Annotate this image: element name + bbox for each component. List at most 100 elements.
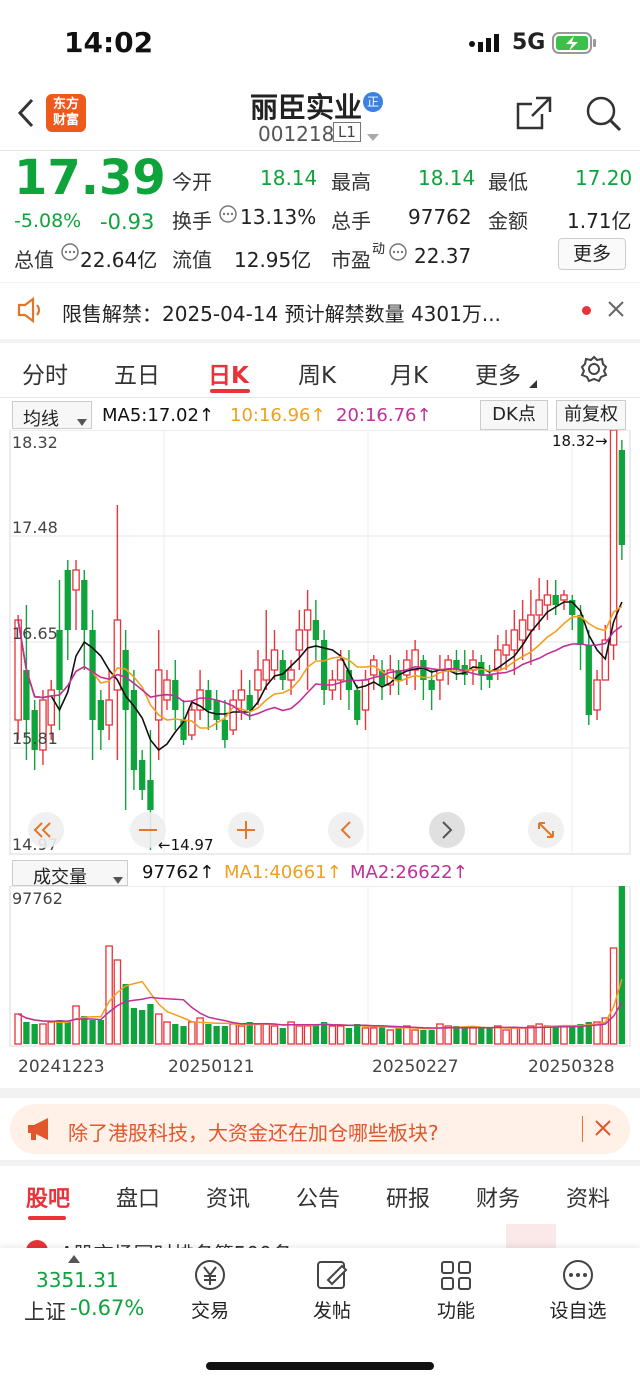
banner-text: 除了港股科技，大资金还在加仓哪些板块?	[68, 1121, 439, 1145]
ma-select[interactable]: 均线	[12, 401, 92, 431]
ma20-label: 20:16.76↑	[336, 405, 432, 426]
home-indicator	[206, 1362, 434, 1370]
volume-bar	[345, 1028, 353, 1044]
tab-five-day[interactable]: 五日	[114, 356, 160, 390]
volume-bar	[139, 1010, 146, 1044]
index-change[interactable]: -0.67%	[70, 1296, 144, 1320]
tab-profile[interactable]: 资料	[566, 1181, 610, 1213]
candle-body	[312, 620, 320, 640]
volume-bar	[64, 1022, 71, 1044]
candle-body	[221, 720, 229, 740]
index-name[interactable]: 上证	[24, 1296, 66, 1326]
tab-news[interactable]: 资讯	[206, 1181, 250, 1213]
candlestick-chart[interactable]: 18.32 17.48 16.65 15.81 14.97 18.32→ ←14…	[0, 430, 640, 858]
candle-body	[295, 629, 304, 651]
volume-select[interactable]: 成交量	[12, 860, 128, 888]
label-open: 今开	[172, 170, 212, 194]
candle-body	[585, 645, 592, 715]
app-logo: 东方 财富	[46, 94, 86, 132]
search-icon[interactable]	[584, 94, 624, 138]
candles	[14, 430, 626, 850]
signal-icon	[468, 32, 504, 54]
info-icon[interactable]	[218, 204, 238, 228]
volume-bars	[14, 886, 626, 1045]
promo-banner[interactable]: 除了港股科技，大资金还在加仓哪些板块?	[10, 1104, 630, 1154]
volume-bar	[295, 1025, 304, 1045]
post-button[interactable]: 发帖	[302, 1258, 362, 1323]
volume-bar	[180, 1026, 187, 1044]
tab-announcements[interactable]: 公告	[296, 1181, 340, 1213]
candle-body	[213, 700, 220, 720]
more-button[interactable]: 更多	[558, 238, 626, 270]
volume-bar	[502, 1029, 510, 1045]
volume-bar	[229, 1023, 237, 1045]
candle-body	[254, 669, 262, 691]
tab-research[interactable]: 研报	[386, 1181, 430, 1213]
volume-bar	[369, 1027, 378, 1045]
tab-weekly-k[interactable]: 周K	[298, 356, 336, 390]
back-icon[interactable]	[14, 96, 38, 134]
ma10-label: 10:16.96↑	[230, 405, 326, 426]
volume-bar	[461, 1028, 468, 1044]
adjust-button[interactable]: 前复权	[556, 400, 626, 430]
badge-icon: 正	[363, 92, 383, 112]
zoom-out-icon[interactable]	[130, 812, 166, 848]
volume-bar	[270, 1025, 279, 1045]
share-icon[interactable]	[514, 94, 554, 136]
candle-body	[262, 659, 271, 681]
clock: 14:02	[64, 26, 154, 59]
banner-divider	[582, 1116, 583, 1142]
close-icon[interactable]	[594, 1119, 612, 1141]
tab-financials[interactable]: 财务	[476, 1181, 520, 1213]
tab-orderbook[interactable]: 盘口	[116, 1181, 160, 1213]
prev-icon[interactable]	[328, 812, 364, 848]
scroll-left-icon[interactable]	[28, 812, 64, 848]
tab-monthly-k[interactable]: 月K	[390, 356, 428, 390]
info-icon[interactable]	[60, 242, 80, 266]
volume-bar	[486, 1028, 493, 1044]
dk-button[interactable]: DK点	[480, 400, 548, 430]
network-type: 5G	[512, 30, 546, 55]
settings-icon[interactable]	[580, 355, 608, 387]
tab-more[interactable]: 更多	[475, 356, 521, 390]
close-icon[interactable]	[606, 299, 626, 323]
volume-bar	[31, 1024, 38, 1044]
volume-bar	[494, 1025, 502, 1045]
date-label-4: 20250328	[528, 1057, 615, 1077]
tab-intraday[interactable]: 分时	[22, 356, 68, 390]
tab-daily-k[interactable]: 日K	[208, 356, 249, 390]
period-tabs: 分时 五日 日K 周K 月K 更多	[0, 343, 640, 397]
yen-icon	[195, 1260, 225, 1290]
add-watchlist-button[interactable]: 设自选	[542, 1258, 614, 1323]
volume-bar	[328, 1025, 337, 1045]
volume-bar	[14, 1013, 22, 1045]
level-badge: L1	[333, 122, 361, 142]
volume-bar	[609, 947, 618, 1045]
more-dots-icon	[563, 1260, 593, 1290]
lockup-notice[interactable]: 限售解禁：2025-04-14 预计解禁数量 4301万...	[0, 283, 640, 339]
chevron-down-icon[interactable]	[366, 128, 380, 147]
functions-button[interactable]: 功能	[426, 1258, 486, 1323]
volume-chart[interactable]: 97762 20241223 20250121 20250227 2025032…	[0, 886, 640, 1086]
volume-bar	[130, 1008, 138, 1044]
volume-bar	[618, 886, 626, 1044]
active-tab-indicator	[210, 389, 250, 393]
candle-body	[535, 599, 543, 616]
volume-bar	[39, 1023, 47, 1045]
index-value[interactable]: 3351.31	[36, 1268, 119, 1292]
battery-icon	[552, 31, 598, 59]
fullscreen-icon[interactable]	[528, 812, 564, 848]
volume-bar	[147, 1004, 154, 1044]
info-icon[interactable]	[388, 242, 408, 266]
divider	[0, 1088, 640, 1098]
trade-button[interactable]: 交易	[180, 1258, 240, 1323]
volume-bar	[213, 1026, 220, 1044]
dropdown-icon	[77, 412, 87, 431]
volume-bar	[122, 984, 129, 1044]
tab-forum[interactable]: 股吧	[26, 1181, 70, 1213]
candle-body	[105, 699, 113, 726]
candle-body	[72, 569, 80, 591]
vol-ma1-label: MA1:40661↑	[224, 862, 342, 883]
zoom-in-icon[interactable]	[228, 812, 264, 848]
next-icon[interactable]	[429, 812, 465, 848]
